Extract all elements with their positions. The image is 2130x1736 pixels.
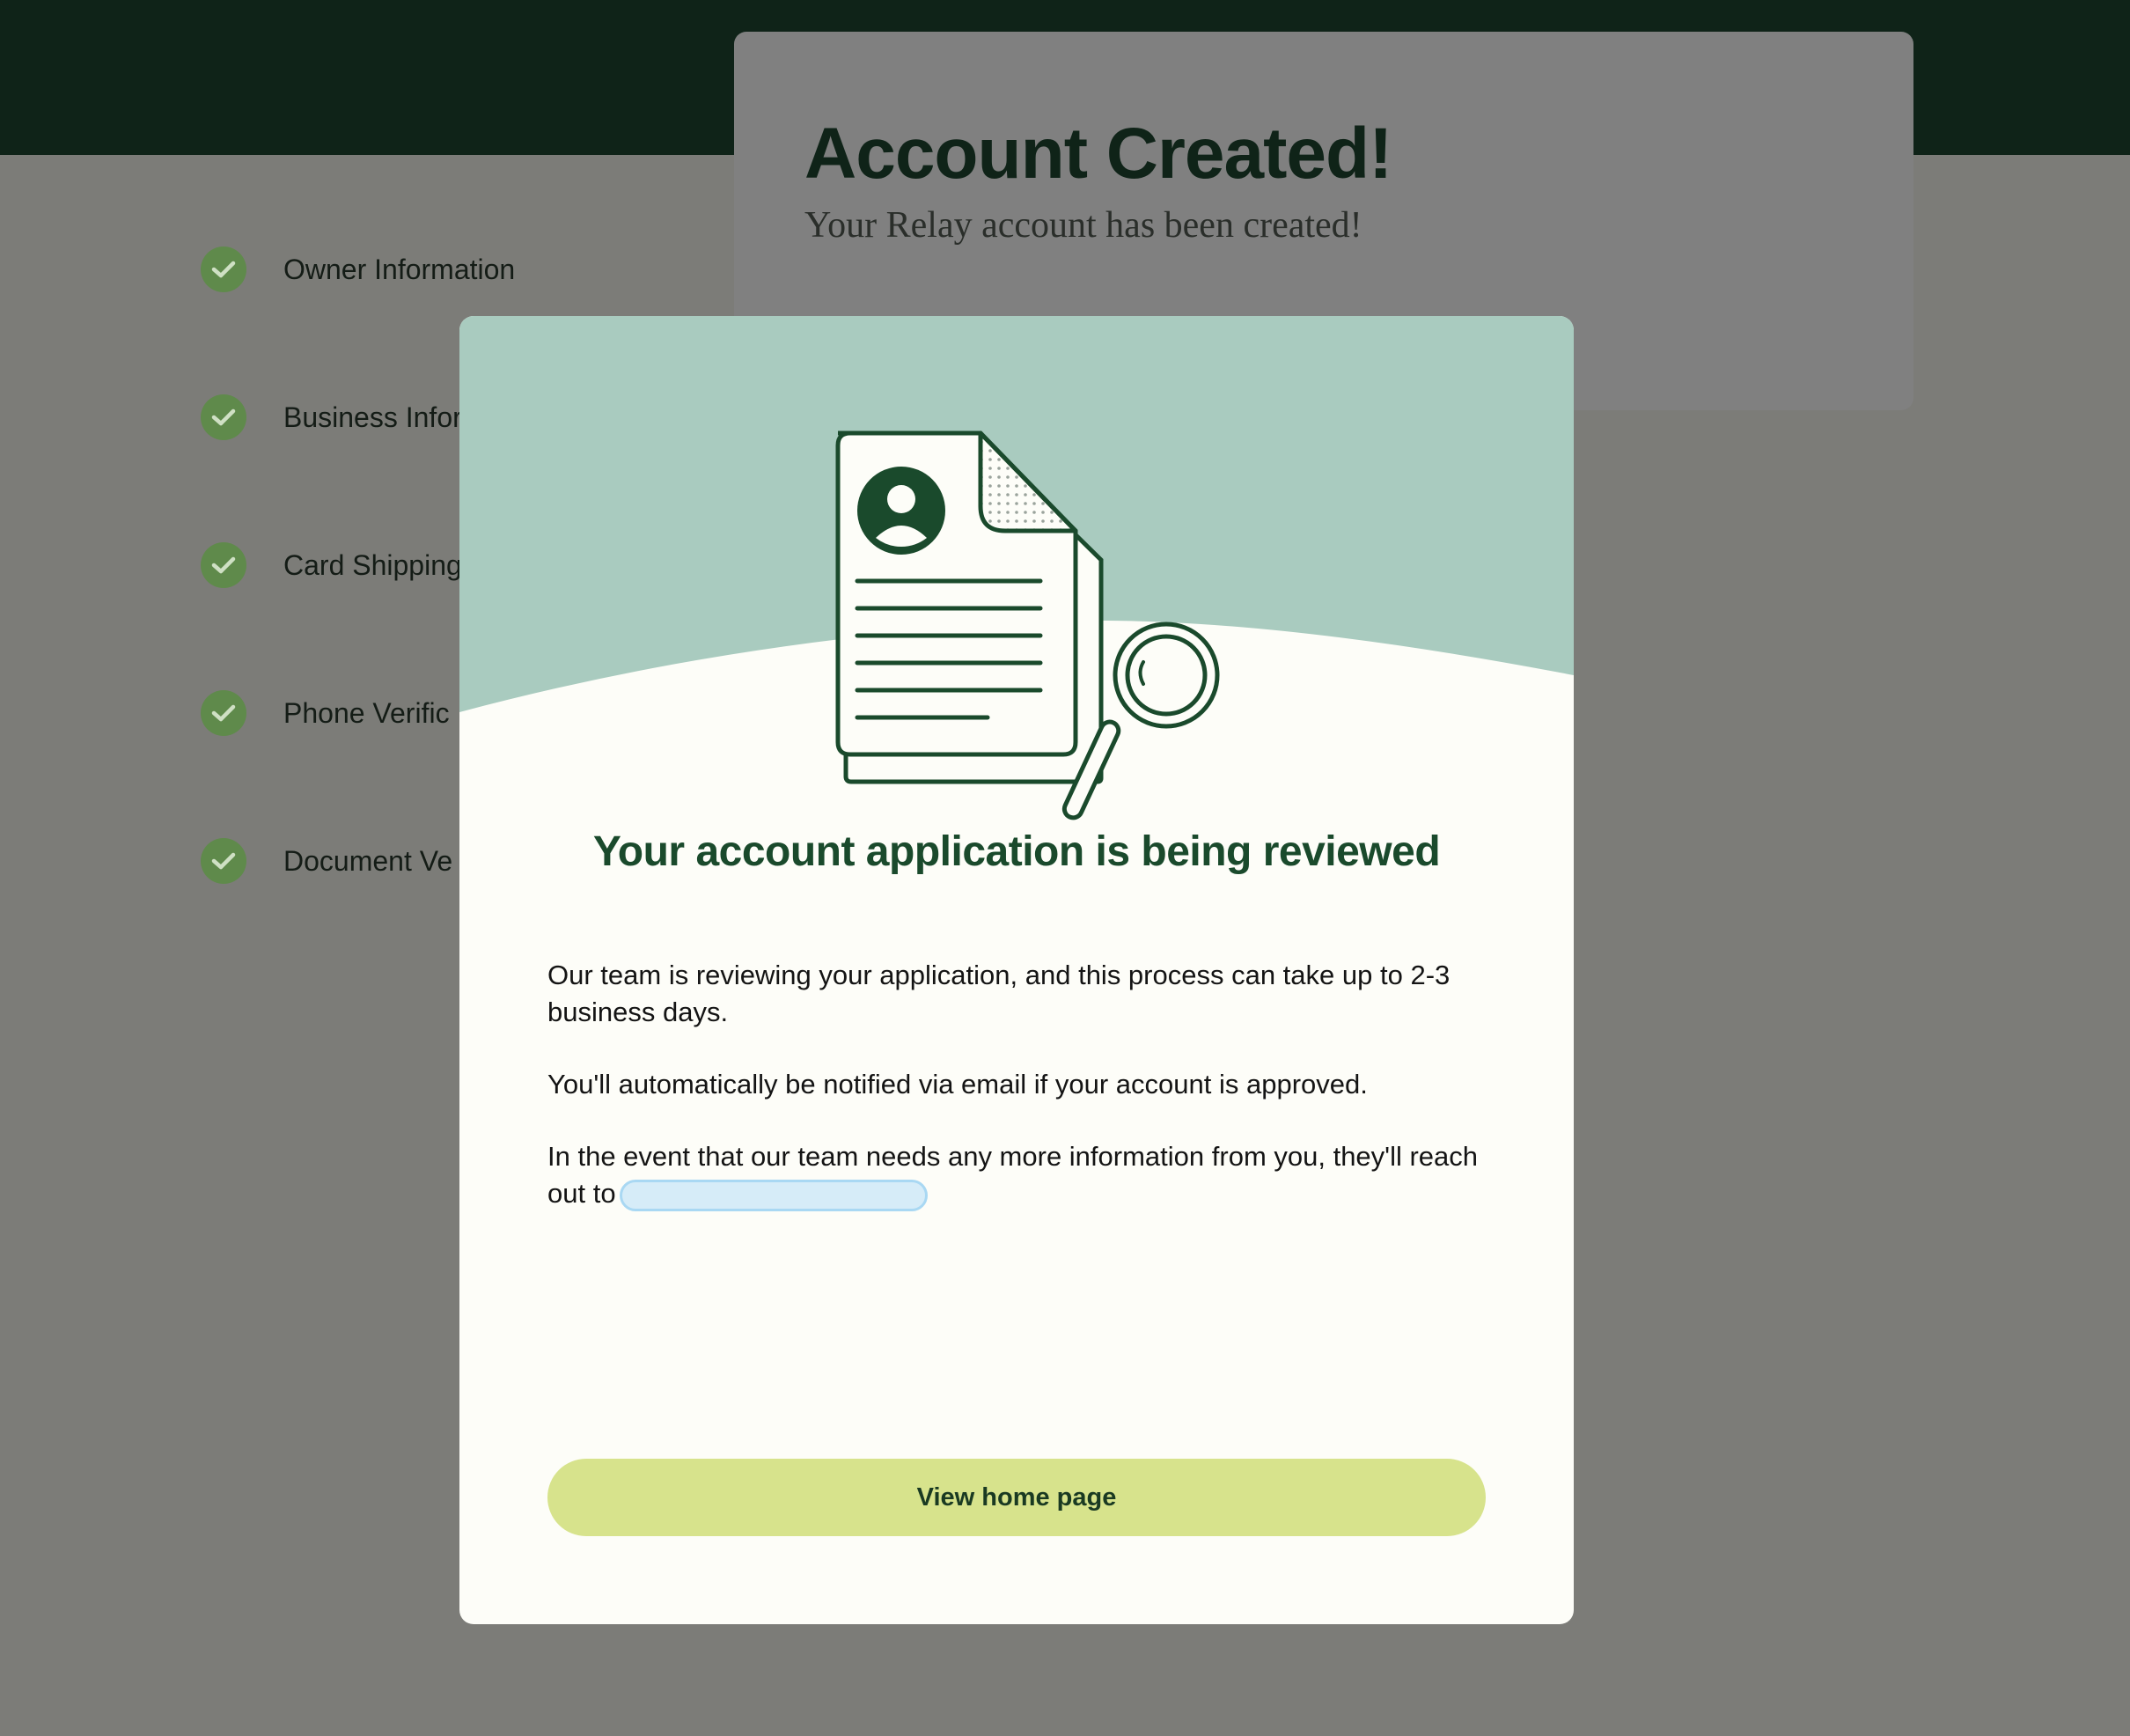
contact-info-text: In the event that our team needs any mor… [547,1138,1489,1212]
modal-body: Our team is reviewing your application, … [547,957,1489,1247]
step-label: Card Shipping [283,548,462,581]
step-label: Phone Verific [283,696,450,729]
page-subtitle: Your Relay account has been created! [804,205,1362,246]
step-label: Business Infor [283,401,462,433]
modal-title: Your account application is being review… [592,828,1441,875]
step-label: Owner Information [283,253,516,285]
check-icon [201,690,246,736]
check-icon [201,838,246,884]
check-icon [201,542,246,588]
check-icon [201,394,246,440]
step-owner-information: Owner Information [201,245,515,294]
step-phone-verification: Phone Verific [201,688,450,738]
step-business-information: Business Infor [201,393,462,442]
step-label: Document Ve [283,844,453,877]
step-card-shipping: Card Shipping [201,541,462,590]
application-review-modal: Your account application is being review… [459,316,1574,1624]
page-title: Account Created! [804,114,1392,194]
check-icon [201,246,246,292]
redacted-email-highlight [619,1179,928,1211]
review-time-text: Our team is reviewing your application, … [547,960,1451,1027]
view-home-page-button[interactable]: View home page [547,1459,1486,1536]
hero-illustration [459,316,1574,820]
step-document-verification: Document Ve [201,836,452,886]
email-notification-text: You'll automatically be notified via ema… [547,1069,1368,1100]
